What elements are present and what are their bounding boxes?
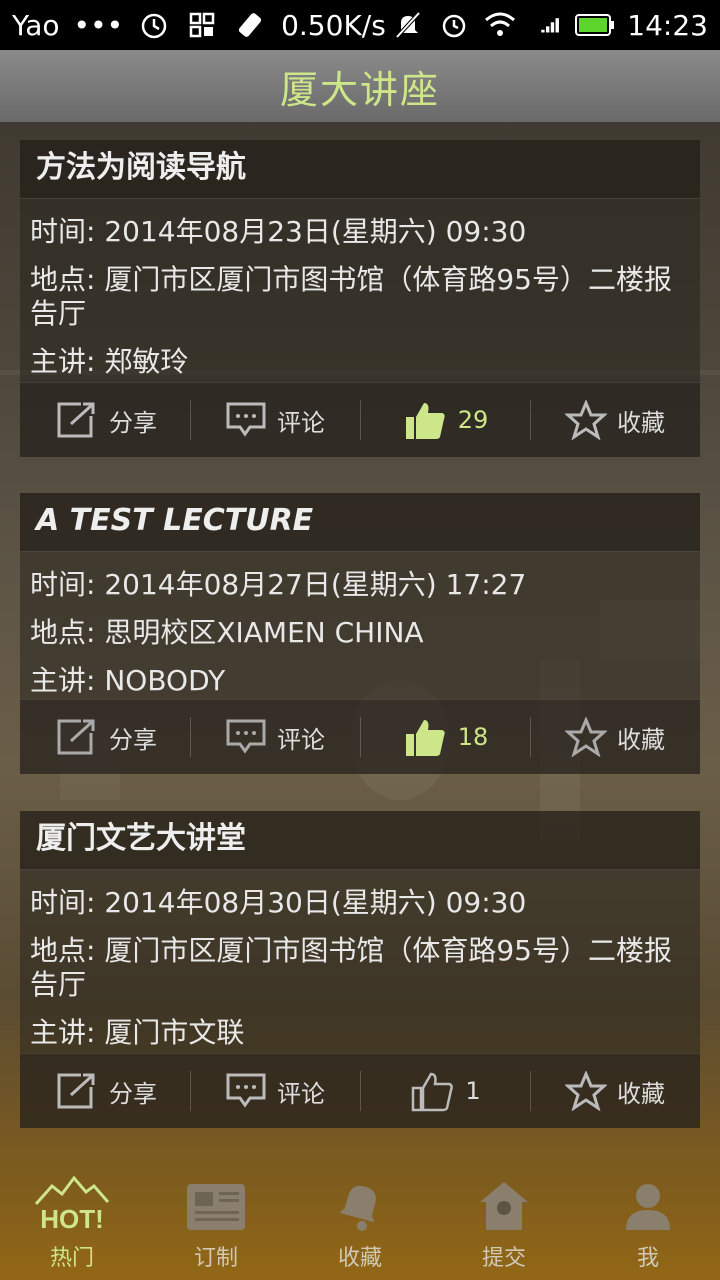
network-speed: 0.50K/s: [281, 8, 386, 42]
comment-button[interactable]: 评论: [190, 700, 360, 774]
favorite-label: 收藏: [617, 408, 665, 437]
comment-button[interactable]: 评论: [190, 383, 360, 457]
person-icon: [626, 1184, 670, 1230]
tab-hot[interactable]: HOT! 热门: [0, 1172, 144, 1280]
hot-icon-text: HOT!: [40, 1204, 104, 1234]
share-icon: [57, 402, 95, 438]
bell-icon: [339, 1185, 376, 1231]
share-icon: [57, 719, 95, 755]
comment-button[interactable]: 评论: [190, 1054, 360, 1128]
lecture-actions: 分享 评论 29 收藏: [20, 382, 700, 457]
lecture-time: 时间: 2014年08月23日(星期六) 09:30: [30, 215, 527, 248]
hot-icon: HOT!: [34, 1175, 110, 1234]
lecture-time: 时间: 2014年08月30日(星期六) 09:30: [30, 886, 527, 919]
lecture-place: 地点: 厦门市区厦门市图书馆（体育路95号）二楼报告厅: [30, 263, 672, 330]
page-title: 厦大讲座: [279, 67, 440, 112]
lecture-place: 地点: 厦门市区厦门市图书馆（体育路95号）二楼报告厅: [30, 934, 672, 1001]
lecture-speaker: 主讲: 郑敏玲: [30, 345, 189, 378]
mute-icon: [391, 8, 425, 42]
comment-label: 评论: [277, 408, 325, 437]
tab-label: 提交: [481, 1246, 526, 1271]
tab-submit[interactable]: 提交: [432, 1172, 576, 1280]
like-count: 29: [457, 406, 489, 434]
thumbs-up-icon: [405, 403, 445, 439]
tab-favorites[interactable]: 收藏: [288, 1172, 432, 1280]
grid-app-icon: [185, 8, 219, 42]
like-button[interactable]: 18: [360, 700, 530, 774]
comment-icon: [226, 719, 266, 754]
alarm-clock-icon: [137, 8, 171, 42]
share-button[interactable]: 分享: [20, 700, 190, 774]
lecture-title: 方法为阅读导航: [20, 140, 700, 199]
share-button[interactable]: 分享: [20, 383, 190, 457]
comment-label: 评论: [277, 1079, 325, 1108]
favorite-label: 收藏: [617, 725, 665, 754]
thumbs-up-icon: [412, 1072, 454, 1112]
favorite-button[interactable]: 收藏: [530, 383, 700, 457]
star-icon: [565, 717, 607, 757]
lecture-actions: 分享 评论 1 收藏: [20, 1053, 700, 1128]
signal-icon: [529, 8, 563, 42]
lecture-title: A TEST LECTURE: [20, 493, 700, 552]
share-label: 分享: [109, 725, 157, 754]
favorite-button[interactable]: 收藏: [530, 1054, 700, 1128]
favorite-label: 收藏: [617, 1079, 665, 1108]
favorite-button[interactable]: 收藏: [530, 700, 700, 774]
lecture-card[interactable]: 厦门文艺大讲堂 时间: 2014年08月30日(星期六) 09:30 地点: 厦…: [20, 811, 700, 1128]
battery-icon: [575, 8, 615, 42]
comment-label: 评论: [277, 725, 325, 754]
clock-time: 14:23: [627, 8, 708, 42]
comment-icon: [226, 402, 266, 437]
lecture-speaker: 主讲: NOBODY: [30, 664, 226, 697]
like-count: 18: [457, 723, 489, 751]
carrier-name: Yao: [12, 8, 60, 42]
thumbs-up-icon: [405, 720, 445, 756]
tool-icon: [233, 8, 267, 42]
bottom-tab-bar: HOT! 热门 订制 收藏 提交 我: [0, 1172, 720, 1280]
alarm-icon: [437, 8, 471, 42]
lecture-place: 地点: 思明校区XIAMEN CHINA: [30, 616, 424, 649]
notification-dots: •••: [73, 8, 124, 42]
comment-icon: [226, 1073, 266, 1108]
tab-label: 收藏: [337, 1246, 382, 1271]
like-button[interactable]: 1: [360, 1054, 530, 1128]
lecture-speaker: 主讲: 厦门市文联: [30, 1016, 245, 1049]
share-icon: [57, 1073, 95, 1109]
newspaper-icon: [187, 1184, 245, 1230]
like-button[interactable]: 29: [360, 383, 530, 457]
lecture-title: 厦门文艺大讲堂: [20, 811, 700, 870]
tab-me[interactable]: 我: [576, 1172, 720, 1280]
lecture-time: 时间: 2014年08月27日(星期六) 17:27: [30, 568, 527, 601]
star-icon: [565, 400, 607, 440]
tab-custom[interactable]: 订制: [144, 1172, 288, 1280]
share-label: 分享: [109, 1079, 157, 1108]
status-bar: Yao ••• 0.50K/s 14:23: [0, 0, 720, 50]
lecture-actions: 分享 评论 18 收藏: [20, 699, 700, 774]
tab-label: 我: [636, 1246, 659, 1271]
app-header: 厦大讲座: [0, 50, 720, 122]
birdhouse-icon: [480, 1182, 528, 1230]
like-count: 1: [465, 1077, 481, 1105]
share-label: 分享: [109, 408, 157, 437]
tab-label: 热门: [49, 1246, 94, 1271]
lecture-card[interactable]: 方法为阅读导航 时间: 2014年08月23日(星期六) 09:30 地点: 厦…: [20, 140, 700, 457]
tab-label: 订制: [193, 1246, 238, 1271]
star-icon: [565, 1071, 607, 1111]
share-button[interactable]: 分享: [20, 1054, 190, 1128]
wifi-icon: [483, 8, 517, 42]
lecture-card[interactable]: A TEST LECTURE 时间: 2014年08月27日(星期六) 17:2…: [20, 493, 700, 774]
